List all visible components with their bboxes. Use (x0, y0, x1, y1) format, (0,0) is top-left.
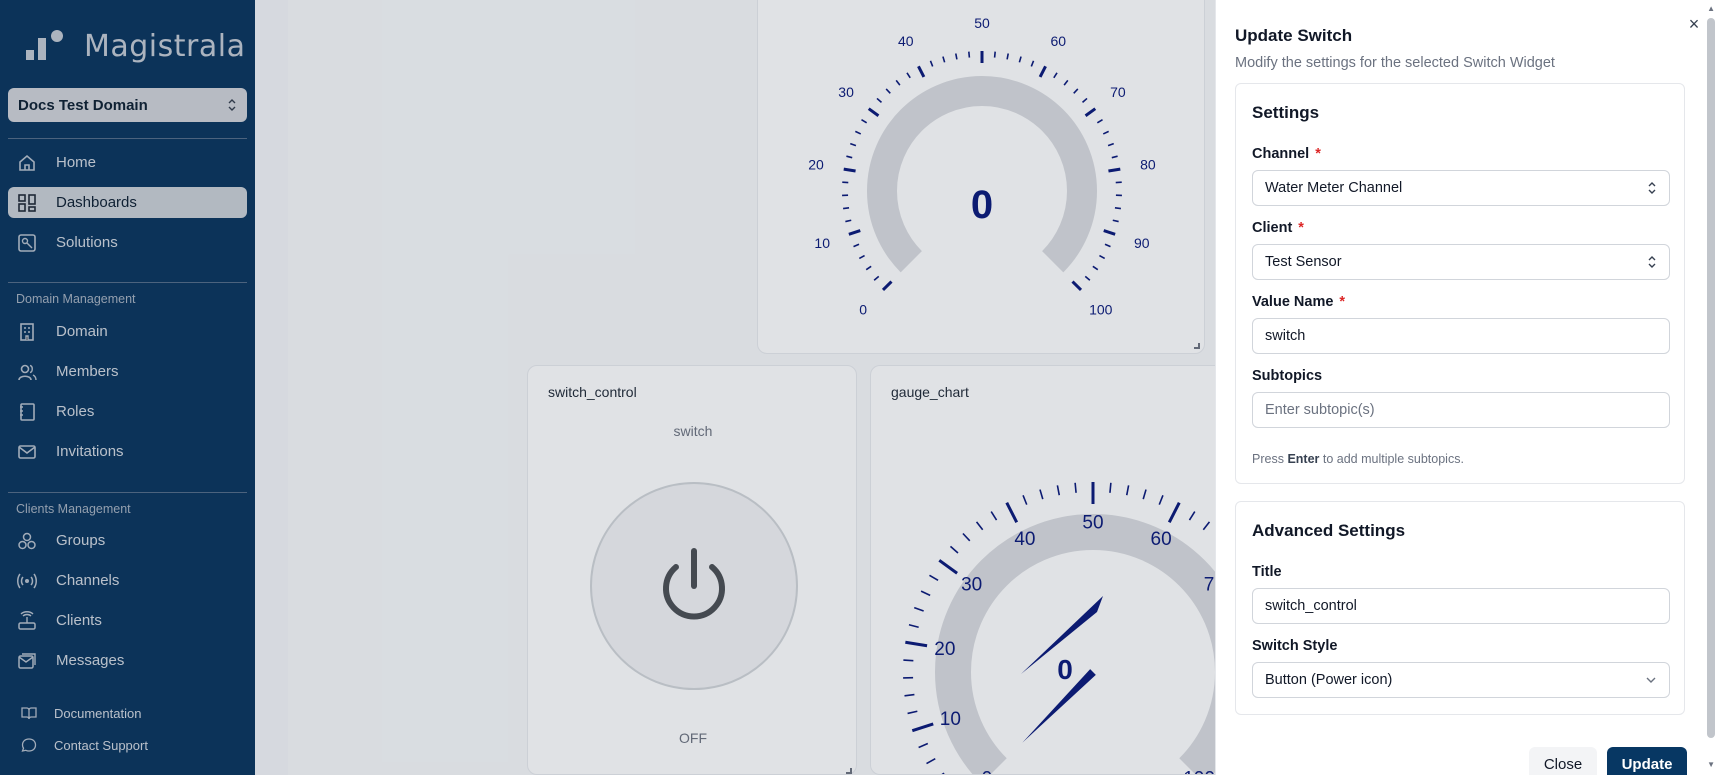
chevron-updown-icon (1648, 182, 1656, 194)
panel-scrollbar[interactable] (1707, 18, 1715, 738)
client-select-value: Test Sensor (1265, 254, 1342, 270)
update-switch-panel: Update Switch Modify the settings for th… (1215, 0, 1717, 775)
modal-backdrop-sidebar[interactable] (0, 0, 255, 775)
close-button[interactable]: Close (1529, 747, 1597, 775)
scroll-down-arrow-icon[interactable]: ▼ (1707, 760, 1715, 769)
chevron-down-icon (1646, 677, 1656, 683)
dashboard-area: 0 10 20 30 40 50 60 70 80 90 100 0 switch_control … (0, 0, 1215, 775)
close-icon[interactable]: × (1685, 15, 1703, 33)
advanced-settings-section: Advanced Settings Title switch_control S… (1235, 501, 1685, 715)
channel-select-value: Water Meter Channel (1265, 180, 1403, 196)
advanced-settings-title: Advanced Settings (1252, 521, 1406, 540)
title-input[interactable]: switch_control (1252, 588, 1670, 624)
chevron-updown-icon (1648, 256, 1656, 268)
settings-section: Settings Channel * Water Meter Channel Cl… (1235, 83, 1685, 484)
switch-style-value: Button (Power icon) (1265, 672, 1393, 688)
required-mark: * (1339, 294, 1346, 310)
client-label: Client * (1252, 220, 1304, 236)
panel-subtitle: Modify the settings for the selected Swi… (1235, 55, 1555, 71)
update-button[interactable]: Update (1607, 747, 1687, 775)
switch-style-select[interactable]: Button (Power icon) (1252, 662, 1670, 698)
channel-select[interactable]: Water Meter Channel (1252, 170, 1670, 206)
subtopics-hint: Press Enter to add multiple subtopics. (1252, 452, 1464, 466)
required-mark: * (1298, 220, 1304, 236)
scroll-up-arrow-icon[interactable]: ▲ (1707, 4, 1715, 13)
subtopics-input[interactable]: Enter subtopic(s) (1252, 392, 1670, 428)
subtopics-placeholder: Enter subtopic(s) (1265, 402, 1375, 418)
title-input-value: switch_control (1265, 598, 1357, 614)
value-name-label: Value Name * (1252, 294, 1346, 310)
channel-label: Channel * (1252, 146, 1321, 162)
value-name-input[interactable]: switch (1252, 318, 1670, 354)
settings-title: Settings (1252, 103, 1320, 122)
value-name-input-value: switch (1265, 328, 1306, 344)
subtopics-label: Subtopics (1252, 368, 1323, 384)
switch-style-label: Switch Style (1252, 638, 1338, 654)
title-label: Title (1252, 564, 1282, 580)
client-select[interactable]: Test Sensor (1252, 244, 1670, 280)
panel-title: Update Switch (1235, 26, 1353, 45)
required-mark: * (1315, 146, 1321, 162)
